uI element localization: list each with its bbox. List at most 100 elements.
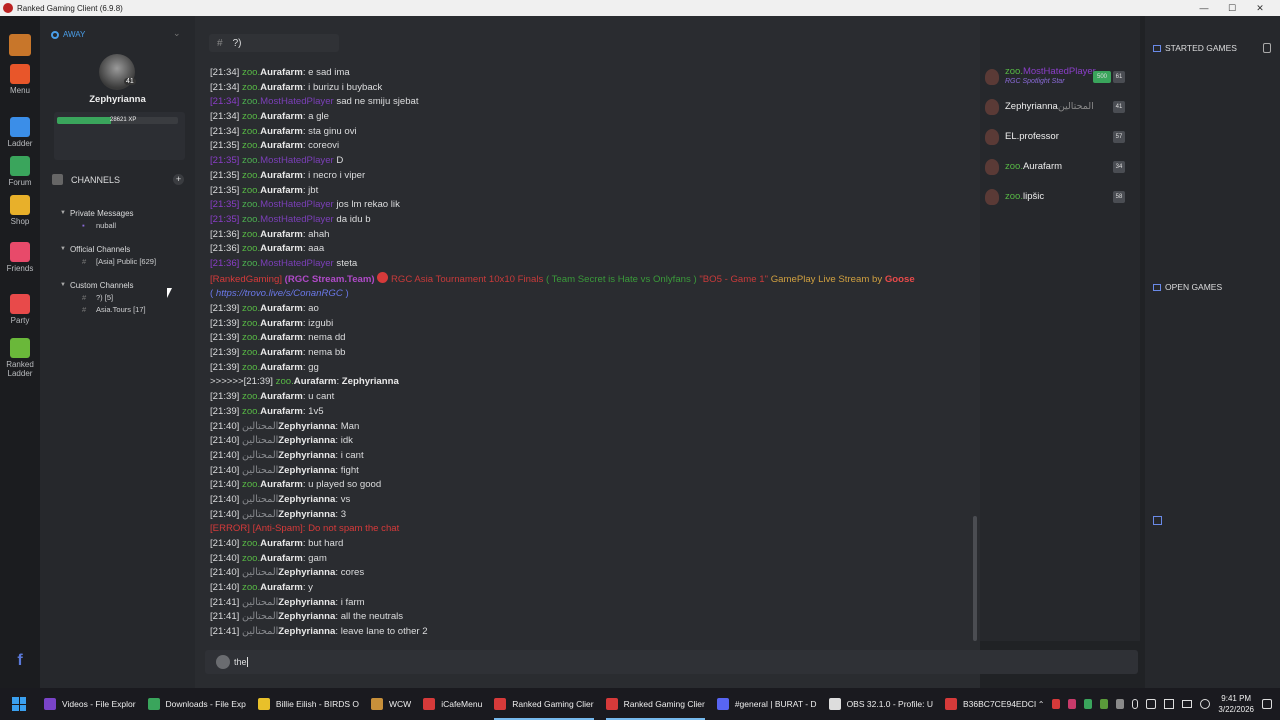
tray-app-icon[interactable] [1052,699,1061,709]
clan-tag[interactable]: zoo. [242,229,260,240]
minimize-icon[interactable]: — [1190,0,1218,16]
taskbar-app[interactable]: OBS 32.1.0 - Profile: U [823,688,939,720]
tray-app-icon-2[interactable] [1068,699,1077,709]
speaker-icon[interactable] [1200,699,1211,709]
message-author[interactable]: Aurafarm [260,582,303,593]
clan-tag[interactable]: المحتالين [242,450,278,461]
clan-tag[interactable]: zoo. [242,406,260,417]
taskbar-app[interactable]: WCW [365,688,417,720]
clan-tag[interactable]: zoo. [242,362,260,373]
chevron-up-icon[interactable]: ⌃ [1038,700,1045,709]
message-author[interactable]: Zephyrianna [278,509,335,520]
clan-tag[interactable]: المحتالين [242,567,278,578]
clan-tag[interactable]: zoo. [242,347,260,358]
message-author[interactable]: Aurafarm [260,479,303,490]
member-row[interactable]: zoo.MostHatedPlayer RGC Spotlight Star 500… [985,66,1135,88]
tray-app-icon-3[interactable] [1084,699,1093,709]
message-author[interactable]: Zephyrianna [278,611,335,622]
clock[interactable]: 9:41 PM 3/22/2026 [1218,693,1254,715]
taskbar-app[interactable]: B36BC7CE94EDCI [939,688,1042,720]
message-author[interactable]: Zephyrianna [278,421,335,432]
volume-icon[interactable] [1146,699,1157,709]
edit-icon[interactable] [1153,516,1162,525]
clan-tag[interactable]: zoo. [242,332,260,343]
microphone-icon[interactable] [1132,699,1139,709]
message-author[interactable]: Aurafarm [260,347,303,358]
message-author[interactable]: Aurafarm [294,376,337,387]
message-author[interactable]: Aurafarm [260,111,303,122]
collapse-icon[interactable]: ⌄ [173,28,181,39]
member-row[interactable]: EL.professor 57 [985,126,1135,148]
clan-tag[interactable]: zoo. [276,376,294,387]
message-author[interactable]: Aurafarm [260,67,303,78]
message-author[interactable]: Zephyrianna [278,494,335,505]
clan-tag[interactable]: zoo. [242,67,260,78]
clan-tag[interactable]: zoo. [242,538,260,549]
message-input[interactable]: the [205,650,1138,674]
notification-icon[interactable] [1262,699,1272,709]
message-author[interactable]: Aurafarm [260,229,303,240]
taskbar-app[interactable]: Videos - File Explor [38,688,142,720]
message-author[interactable]: Zephyrianna [278,435,335,446]
network-icon[interactable] [1164,699,1175,709]
tray-app-icon-5[interactable] [1116,699,1125,709]
message-author[interactable]: Aurafarm [260,243,303,254]
message-author[interactable]: Aurafarm [260,303,303,314]
clan-tag[interactable]: zoo. [242,318,260,329]
clan-tag[interactable]: zoo. [242,582,260,593]
message-author[interactable]: Aurafarm [260,362,303,373]
message-author[interactable]: Aurafarm [260,82,303,93]
clan-tag[interactable]: المحتالين [242,509,278,520]
emoji-icon[interactable] [216,655,230,669]
tray-app-icon-4[interactable] [1100,699,1109,709]
stream-team[interactable]: (RGC Stream.Team) [285,274,375,285]
message-author[interactable]: Aurafarm [260,185,303,196]
clan-tag[interactable]: المحتالين [242,611,278,622]
message-author[interactable]: MostHatedPlayer [260,258,334,269]
clan-tag[interactable]: المحتالين [242,435,278,446]
clan-tag[interactable]: zoo. [242,303,260,314]
message-author[interactable]: Zephyrianna [278,626,335,637]
clan-tag[interactable]: zoo. [242,479,260,490]
start-button[interactable] [0,688,38,720]
add-channel-icon[interactable]: + [173,174,184,185]
started-games-header[interactable]: STARTED GAMES [1153,43,1237,53]
message-author[interactable]: Aurafarm [260,140,303,151]
clan-tag[interactable]: zoo. [242,258,260,269]
message-author[interactable]: Aurafarm [260,332,303,343]
channel-group-header[interactable]: ▼ Private Messages [60,207,134,219]
clan-tag[interactable]: zoo. [242,391,260,402]
message-author[interactable]: Aurafarm [260,538,303,549]
channel-item[interactable]: ▪ nuball [60,219,134,231]
clan-tag[interactable]: zoo. [242,185,260,196]
message-author[interactable]: Aurafarm [260,553,303,564]
message-author[interactable]: MostHatedPlayer [260,155,334,166]
clan-tag[interactable]: المحتالين [242,465,278,476]
message-author[interactable]: MostHatedPlayer [260,214,334,225]
clan-tag[interactable]: zoo. [242,82,260,93]
nav-item-friends[interactable]: Friends [0,242,40,273]
stream-host[interactable]: Goose [885,274,915,285]
taskbar-app[interactable]: iCafeMenu [417,688,488,720]
clan-tag[interactable]: zoo. [242,126,260,137]
nav-item-ranked-ladder[interactable]: Ranked Ladder [0,338,40,378]
member-row[interactable]: Zephyriannaالمحتالين 41 [985,96,1135,118]
open-games-header[interactable]: OPEN GAMES [1153,282,1222,292]
member-row[interactable]: zoo.Aurafarm 34 [985,156,1135,178]
message-author[interactable]: Zephyrianna [278,450,335,461]
message-author[interactable]: Zephyrianna [278,597,335,608]
channel-item[interactable]: # [Asia] Public [629] [60,255,156,267]
message-author[interactable]: Aurafarm [260,391,303,402]
clan-tag[interactable]: zoo. [242,199,260,210]
message-author[interactable]: Aurafarm [260,170,303,181]
taskbar-app[interactable]: #general | BURAT - D [711,688,823,720]
message-author[interactable]: Zephyrianna [278,567,335,578]
message-author[interactable]: MostHatedPlayer [260,96,334,107]
clan-tag[interactable]: zoo. [242,111,260,122]
maximize-icon[interactable]: ☐ [1218,0,1246,16]
app-emblem-icon[interactable] [0,34,40,58]
clan-tag[interactable]: المحتالين [242,626,278,637]
nav-item-shop[interactable]: Shop [0,195,40,226]
clan-tag[interactable]: zoo. [242,155,260,166]
chat-scrollbar[interactable] [973,516,977,641]
